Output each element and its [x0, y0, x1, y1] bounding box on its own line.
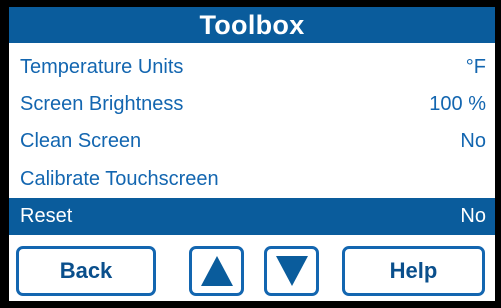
- menu-item-value: No: [460, 205, 486, 227]
- menu-item-label: Temperature Units: [20, 56, 184, 78]
- triangle-down-icon: [275, 256, 308, 286]
- menu-item-label: Screen Brightness: [20, 93, 184, 115]
- menu-item-clean-screen[interactable]: Clean Screen No: [9, 123, 495, 160]
- menu-item-label: Calibrate Touchscreen: [20, 168, 219, 190]
- menu-item-temperature-units[interactable]: Temperature Units °F: [9, 49, 495, 86]
- up-button[interactable]: [189, 246, 244, 296]
- menu-item-screen-brightness[interactable]: Screen Brightness 100 %: [9, 86, 495, 123]
- help-button[interactable]: Help: [342, 246, 485, 296]
- menu-item-value: 100 %: [429, 93, 486, 115]
- back-button[interactable]: Back: [16, 246, 156, 296]
- menu-item-value: No: [460, 130, 486, 152]
- menu-item-reset[interactable]: Reset No: [9, 198, 495, 235]
- triangle-up-icon: [200, 256, 233, 286]
- down-button[interactable]: [264, 246, 319, 296]
- page-title: Toolbox: [9, 7, 495, 43]
- menu-item-value: °F: [465, 56, 486, 78]
- device-screen: Toolbox Temperature Units °F Screen Brig…: [0, 0, 501, 308]
- menu-item-label: Reset: [20, 205, 73, 227]
- menu-item-calibrate-touchscreen[interactable]: Calibrate Touchscreen: [9, 161, 495, 198]
- menu-item-label: Clean Screen: [20, 130, 142, 152]
